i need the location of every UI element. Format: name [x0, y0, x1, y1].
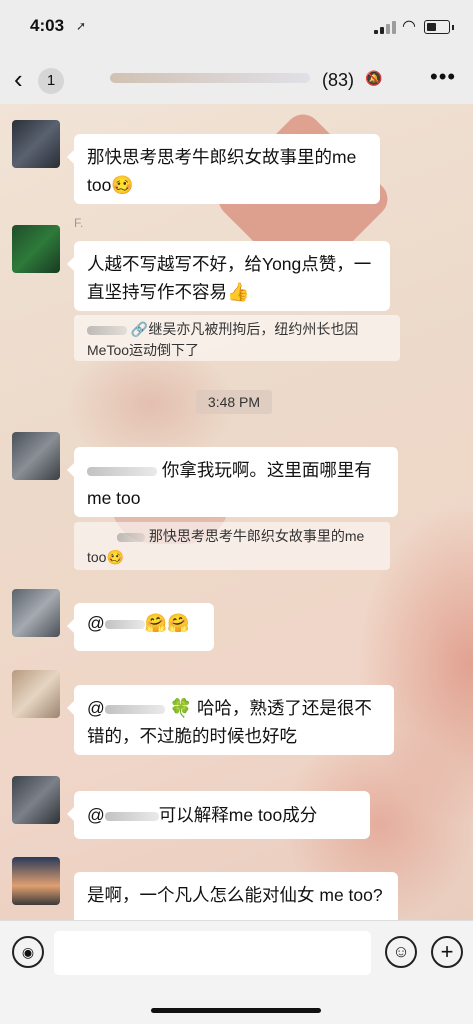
input-bar: ◉ ☺ +	[0, 920, 473, 1024]
message-bubble[interactable]: @ 可以解释me too成分	[67, 791, 370, 839]
mention-redacted	[104, 619, 145, 629]
avatar[interactable]	[12, 589, 60, 637]
message-bubble[interactable]: 你拿我玩啊。这里面哪里有 me too	[67, 447, 398, 517]
status-bar: 4:03 ➚ ◠	[0, 0, 473, 56]
avatar[interactable]	[12, 670, 60, 718]
message-bubble[interactable]: @ 🍀 哈哈，熟透了还是很不错的，不过脆的时候也好吃	[67, 685, 394, 755]
chevron-left-icon[interactable]: ‹	[14, 64, 23, 95]
avatar[interactable]	[12, 776, 60, 824]
chat-header: ‹ 1 (83) 🔕 •••	[0, 56, 473, 104]
mention-prefix: @	[87, 698, 105, 718]
quoted-sender-redacted	[117, 532, 145, 542]
voice-icon[interactable]: ◉	[12, 936, 44, 968]
more-icon[interactable]: •••	[430, 64, 456, 90]
message-bubble[interactable]: 那快思考思考牛郎织女故事里的me too🥴	[67, 134, 380, 204]
group-name-redacted	[110, 73, 310, 83]
mention-redacted	[87, 466, 157, 476]
location-arrow-icon: ➚	[76, 19, 87, 33]
message-bubble[interactable]: 人越不写越写不好，给Yong点赞，一直坚持写作不容易👍	[67, 241, 390, 311]
quoted-sender-redacted	[87, 325, 127, 335]
avatar[interactable]	[12, 432, 60, 480]
home-indicator	[151, 1008, 321, 1013]
chat-title: (83)	[110, 67, 360, 93]
mention-redacted	[104, 704, 165, 714]
link-icon: 🔗	[130, 321, 149, 337]
avatar[interactable]	[12, 120, 60, 168]
message-text: 可以解释me too成分	[158, 805, 318, 825]
bell-slash-icon: 🔕	[365, 70, 383, 86]
message-bubble[interactable]: @ 🤗🤗	[67, 603, 214, 651]
hugging-face-emoji: 🤗🤗	[144, 613, 190, 633]
clover-emoji: 🍀	[169, 698, 193, 718]
battery-icon	[424, 20, 454, 34]
message-text: @	[87, 613, 105, 633]
wifi-icon: ◠	[402, 18, 416, 35]
smiley-icon[interactable]: ☺	[385, 936, 417, 968]
quoted-message[interactable]: 🔗继吴亦凡被刑拘后，纽约州长也因MeToo运动倒下了	[74, 315, 400, 361]
avatar[interactable]	[12, 857, 60, 905]
mention-redacted	[104, 811, 159, 821]
woozy-face-emoji: 🥴	[106, 549, 124, 565]
message-text: 是啊，一个凡人怎么能对仙女 me too?	[87, 885, 383, 905]
quoted-text: 继吴亦凡被刑拘后，纽约州长也因MeToo运动倒下了	[87, 321, 359, 358]
member-count: (83)	[322, 70, 355, 90]
quoted-message[interactable]: 那快思考思考牛郎织女故事里的me too🥴	[74, 522, 390, 570]
message-input[interactable]	[54, 931, 371, 975]
mention-prefix: @	[87, 805, 105, 825]
woozy-face-emoji: 🥴	[111, 175, 134, 195]
thumbs-up-emoji: 👍	[227, 282, 250, 302]
status-time: 4:03	[30, 16, 65, 35]
plus-icon[interactable]: +	[431, 936, 463, 968]
avatar[interactable]	[12, 225, 60, 273]
sender-name: F.	[74, 216, 84, 230]
time-divider: 3:48 PM	[196, 390, 272, 414]
unread-badge[interactable]: 1	[38, 68, 64, 94]
signal-icon	[374, 20, 396, 34]
